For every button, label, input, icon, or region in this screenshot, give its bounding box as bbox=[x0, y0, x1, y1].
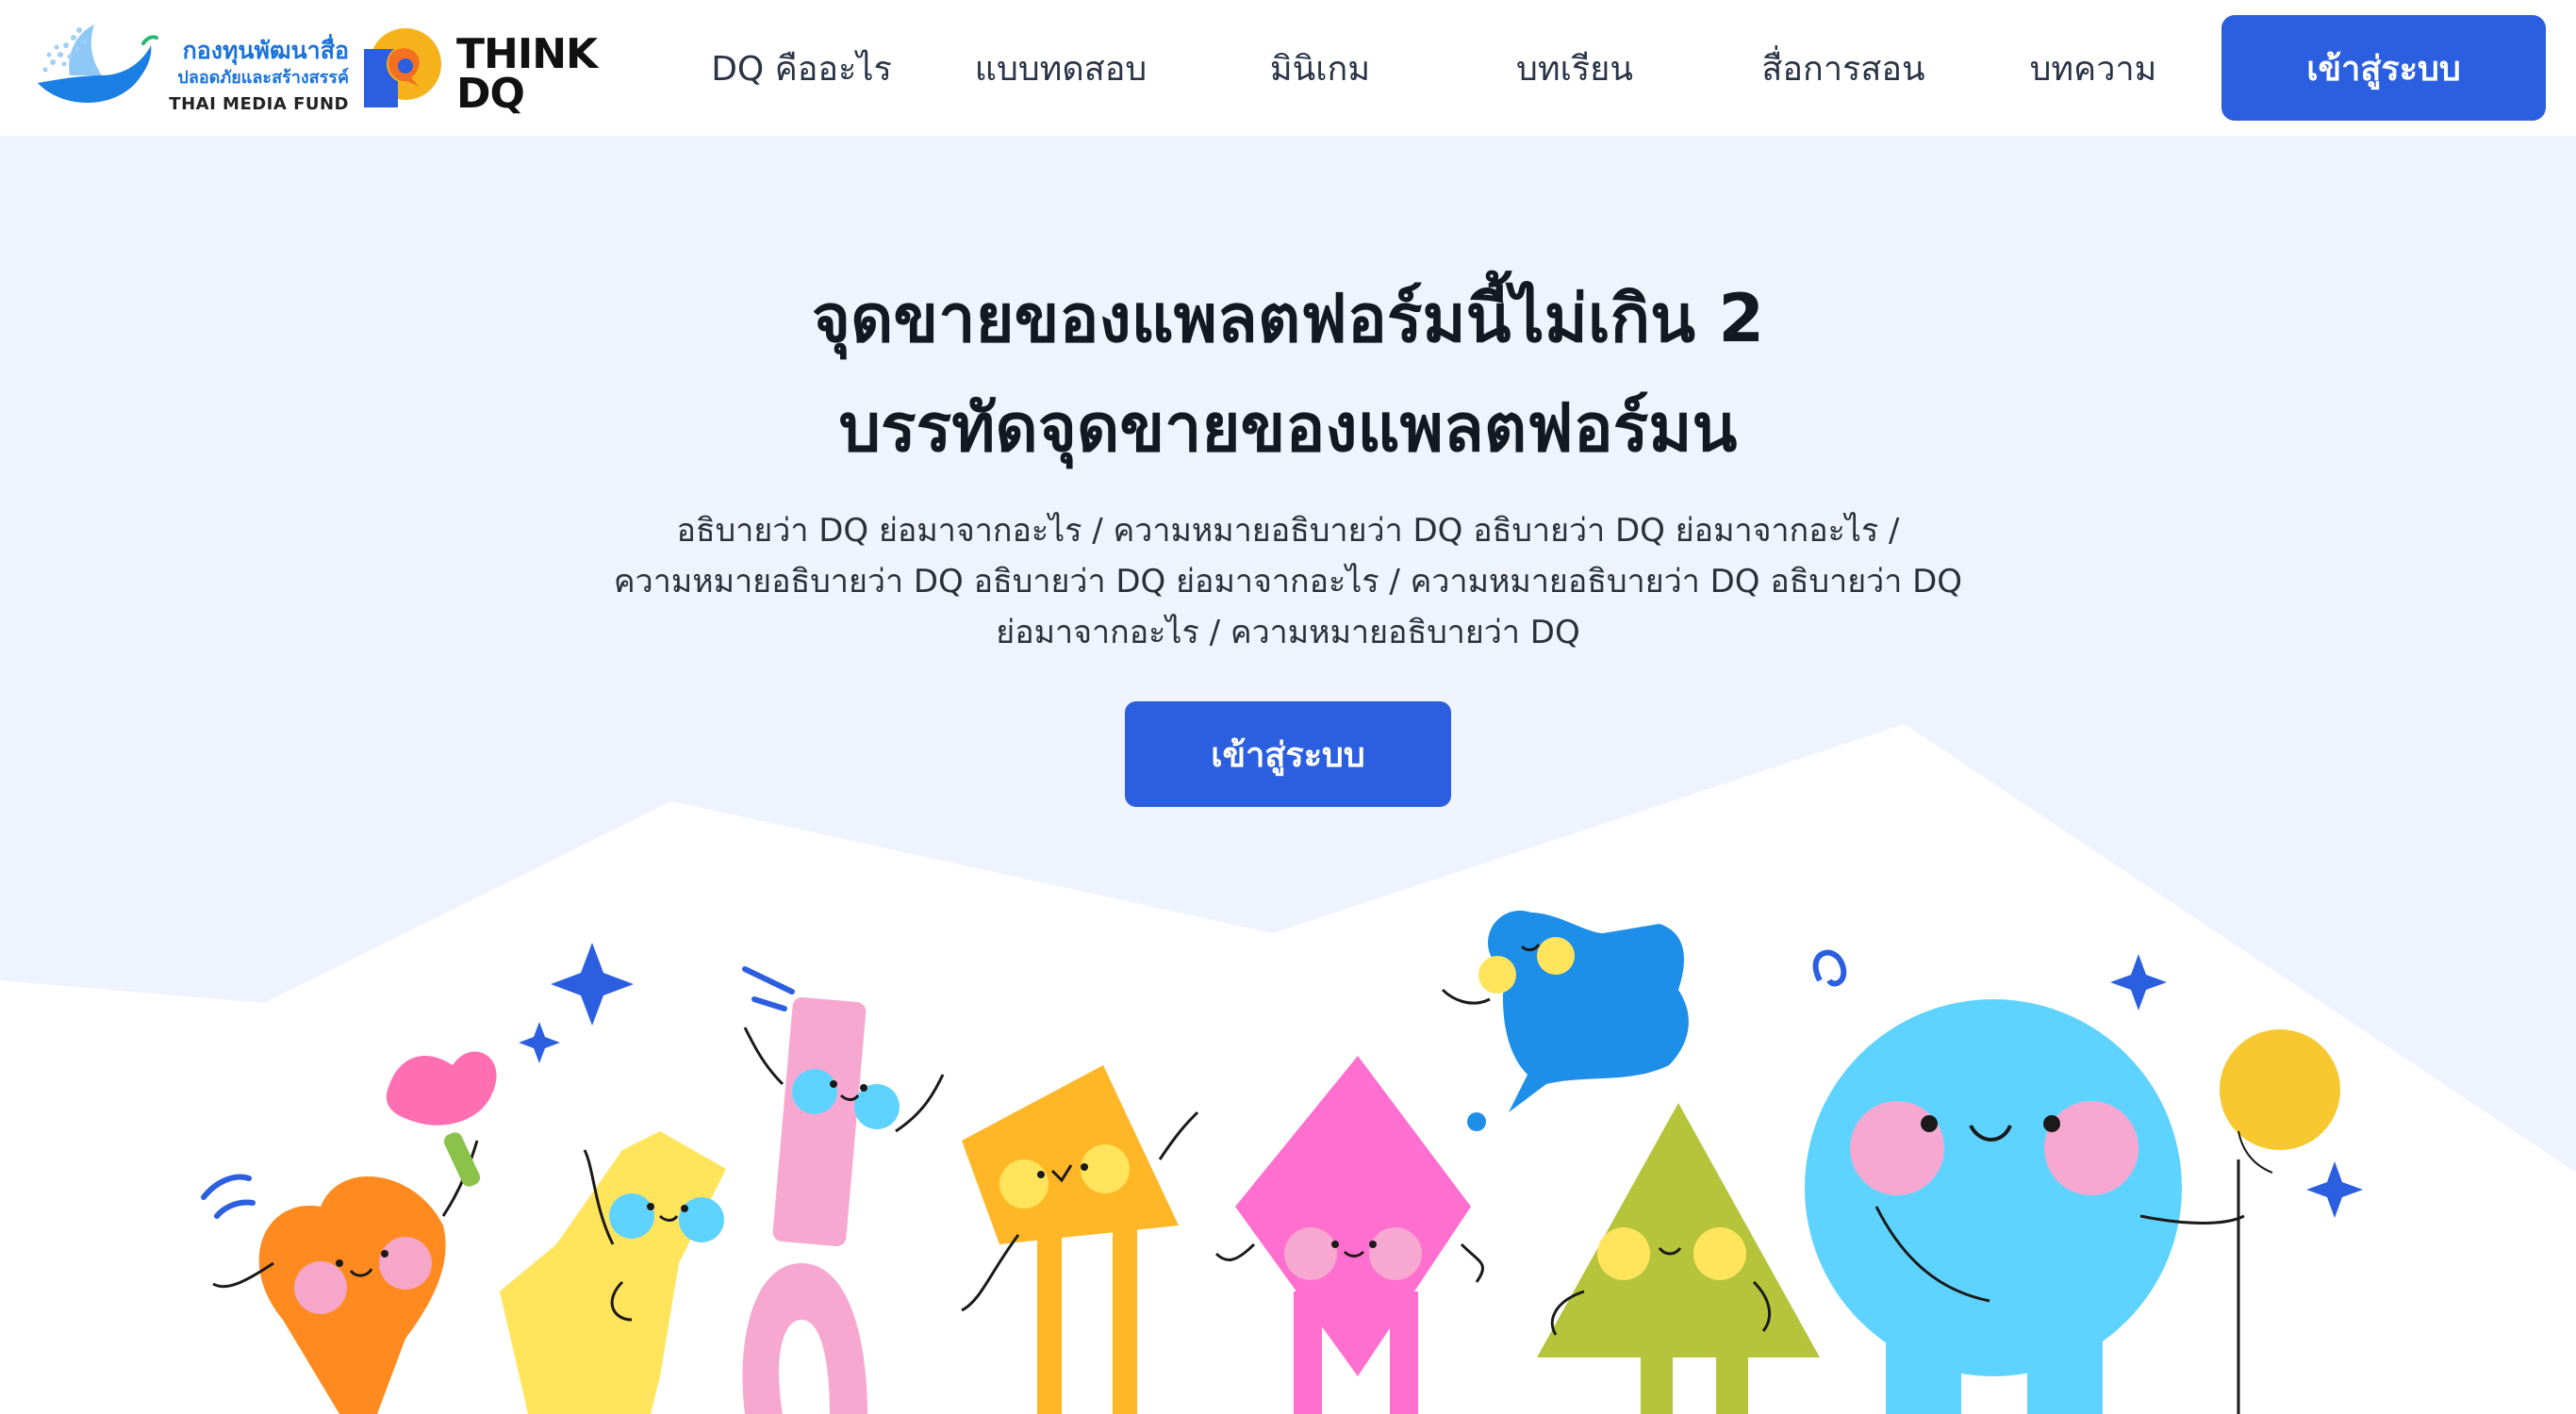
fund-name-thai: กองทุนพัฒนาสื่อ bbox=[182, 37, 349, 64]
login-button[interactable]: เข้าสู่ระบบ bbox=[2221, 15, 2546, 121]
dq-wordmark: DQ bbox=[456, 70, 525, 118]
blue-circle-character bbox=[1805, 999, 2245, 1414]
sparkle-icon bbox=[551, 943, 634, 1026]
pink-pillar-character bbox=[742, 996, 945, 1414]
fund-subtitle-thai: ปลอดภัยและสร้างสรรค์ bbox=[177, 68, 349, 88]
description-line-1: อธิบายว่า DQ ย่อมาจากอะไร / ความหมายอธิบ… bbox=[676, 512, 1900, 550]
think-dq-logo-icon bbox=[364, 28, 441, 107]
nav-item-lessons[interactable]: บทเรียน bbox=[1471, 0, 1678, 136]
think-dq-logo[interactable]: THINK DQ bbox=[362, 26, 617, 121]
dove-logo-icon bbox=[38, 25, 158, 104]
nav-item-what-is-dq[interactable]: DQ คืออะไร bbox=[698, 0, 905, 136]
headline-line-1: จุดขายของแพลตฟอร์มนี้ไม่เกิน 2 bbox=[811, 280, 1765, 357]
green-triangle-character bbox=[1537, 1103, 1820, 1414]
fund-name-block: กองทุนพัฒนาสื่อ ปลอดภัยและสร้างสรรค์ THA… bbox=[160, 36, 349, 119]
nav-item-quiz[interactable]: แบบทดสอบ bbox=[952, 0, 1169, 136]
balloon-icon bbox=[2220, 1029, 2340, 1414]
orange-heart-character bbox=[212, 1051, 497, 1414]
sparkle-icon bbox=[2306, 1161, 2363, 1218]
hero-headline: จุดขายของแพลตฟอร์มนี้ไม่เกิน 2 บรรทัดจุด… bbox=[534, 264, 2042, 483]
dancing-shapes-illustration bbox=[201, 911, 2363, 1414]
description-line-3: ย่อมาจากอะไร / ความหมายอธิบายว่า DQ bbox=[996, 614, 1580, 651]
yellow-shape-character bbox=[500, 1131, 726, 1414]
sparkle-icon bbox=[2110, 954, 2167, 1011]
thai-media-fund-logo[interactable]: กองทุนพัฒนาสื่อ ปลอดภัยและสร้างสรรค์ THA… bbox=[32, 17, 349, 121]
nav-item-minigame[interactable]: มินิเกม bbox=[1226, 0, 1414, 136]
nav-item-teaching-media[interactable]: สื่อการสอน bbox=[1726, 0, 1961, 136]
swirl-icon bbox=[1812, 949, 1847, 987]
pink-diamond-character bbox=[1214, 1056, 1484, 1414]
fund-name-english: THAI MEDIA FUND bbox=[169, 94, 349, 114]
hero-login-button[interactable]: เข้าสู่ระบบ bbox=[1125, 701, 1451, 807]
top-navbar: กองทุนพัฒนาสื่อ ปลอดภัยและสร้างสรรค์ THA… bbox=[0, 0, 2576, 136]
orange-triangle-character bbox=[961, 1065, 1199, 1414]
headline-line-2: บรรทัดจุดขายของแพลตฟอร์มน bbox=[838, 389, 1738, 467]
sparkle-icon bbox=[519, 1022, 560, 1063]
hero-description: อธิบายว่า DQ ย่อมาจากอะไร / ความหมายอธิบ… bbox=[600, 505, 1976, 658]
blue-bubble-character bbox=[1441, 911, 1689, 1131]
nav-item-articles[interactable]: บทความ bbox=[1999, 0, 2188, 136]
description-line-2: ความหมายอธิบายว่า DQ อธิบายว่า DQ ย่อมาจ… bbox=[613, 563, 1963, 600]
